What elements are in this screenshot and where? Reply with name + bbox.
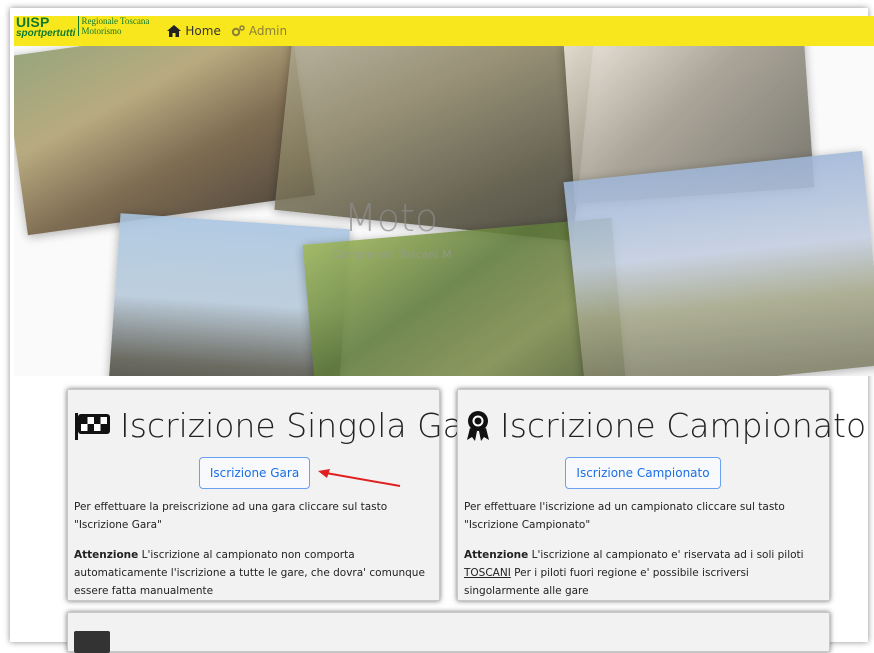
uisp-logo[interactable]: UISP sportpertutti Regionale Toscana Mot… bbox=[14, 14, 149, 46]
iscrizione-gara-button[interactable]: Iscrizione Gara bbox=[199, 457, 310, 489]
card-camp-text2: Attenzione L'iscrizione al campionato e'… bbox=[464, 546, 826, 600]
card-camp-text1: Per effettuare l'iscrizione ad un campio… bbox=[464, 501, 785, 531]
nav-admin-label: Admin bbox=[248, 24, 288, 38]
iscrizione-campionato-button[interactable]: Iscrizione Campionato bbox=[565, 457, 721, 489]
card-camp-attention: Attenzione bbox=[464, 549, 529, 561]
annotation-arrow bbox=[318, 469, 401, 487]
hero-subtitle: Campionati Toscani M bbox=[332, 248, 452, 261]
hero-photo-6 bbox=[563, 150, 874, 376]
card-camp-text2a: L'iscrizione al campionato e' riservata … bbox=[528, 549, 804, 561]
logo-top: UISP bbox=[16, 14, 50, 30]
nav-admin-link[interactable]: Admin bbox=[231, 24, 287, 38]
nav-home-link[interactable]: Home bbox=[167, 24, 221, 38]
logo-bottom: sportpertutti bbox=[16, 28, 76, 39]
checkered-flag-icon bbox=[75, 412, 110, 440]
logo-mark: UISP sportpertutti bbox=[16, 14, 76, 40]
top-navbar: UISP sportpertutti Regionale Toscana Mot… bbox=[14, 14, 874, 46]
award-icon bbox=[467, 410, 489, 441]
card-bottom-partial bbox=[67, 612, 830, 653]
hero-banner: Moto Campionati Toscani M bbox=[14, 46, 874, 376]
card-camp-title: Iscrizione Campionato bbox=[464, 406, 866, 445]
nav-home-label: Home bbox=[185, 24, 221, 38]
card-campionato: Iscrizione Campionato Iscrizione Campion… bbox=[457, 389, 866, 601]
card-gara-text1: Per effettuare la preiscrizione ad una g… bbox=[74, 501, 388, 531]
card-singola-gara: Iscrizione Singola Gara Iscrizione Gara … bbox=[67, 389, 497, 601]
card-camp-title-text: Iscrizione Campionato bbox=[500, 406, 867, 445]
hero-photo-1 bbox=[14, 46, 316, 236]
card-gara-attention: Attenzione bbox=[74, 549, 139, 561]
logo-line2: Motorismo bbox=[81, 26, 122, 36]
logo-text: Regionale Toscana Motorismo bbox=[78, 16, 149, 36]
home-icon bbox=[167, 25, 182, 37]
logo-line1: Regionale Toscana bbox=[81, 16, 150, 26]
toscani-link[interactable]: TOSCANI bbox=[464, 567, 511, 579]
cogs-icon bbox=[231, 25, 245, 37]
card-gara-text2: Attenzione L'iscrizione al campionato no… bbox=[74, 546, 436, 600]
hero-title: Moto bbox=[344, 196, 439, 240]
card-gara-title-text: Iscrizione Singola Gara bbox=[120, 406, 497, 445]
card-gara-title: Iscrizione Singola Gara bbox=[74, 406, 497, 445]
